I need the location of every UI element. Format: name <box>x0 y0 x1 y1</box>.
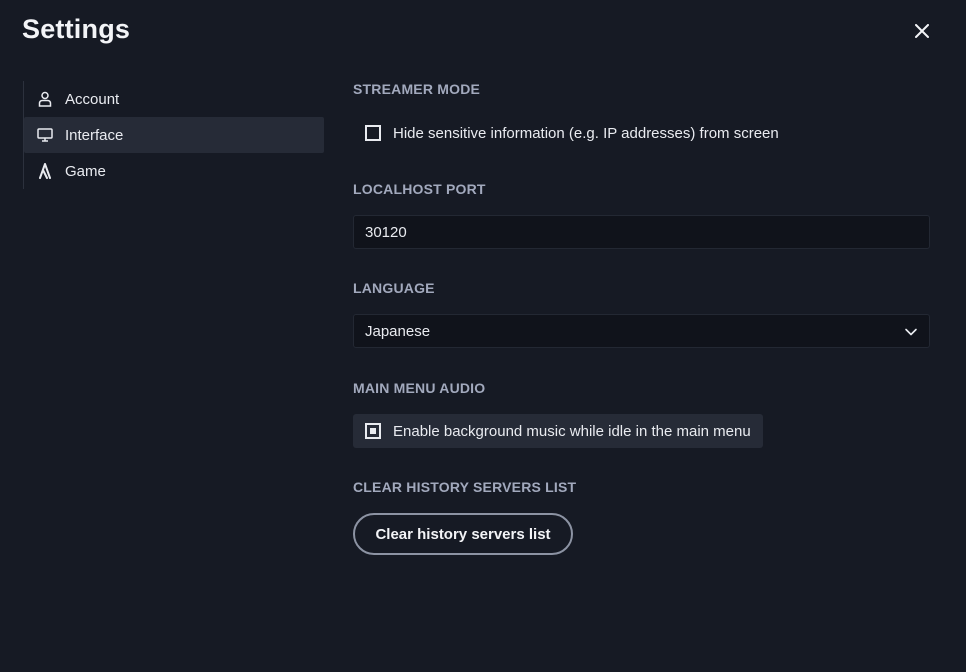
streamer-mode-heading: STREAMER MODE <box>353 81 481 97</box>
user-icon <box>37 91 53 107</box>
sidebar-item-game[interactable]: Game <box>24 153 324 189</box>
language-selected-value: Japanese <box>365 322 431 340</box>
sidebar-item-account[interactable]: Account <box>24 81 324 117</box>
settings-title: Settings <box>22 14 131 44</box>
streamer-mode-checkbox[interactable] <box>365 125 381 141</box>
language-select[interactable]: Japanese <box>353 314 930 348</box>
localhost-port-input[interactable]: 30120 <box>353 215 930 249</box>
sidebar-item-label: Account <box>65 90 120 108</box>
chevron-down-icon <box>905 328 917 336</box>
close-button[interactable] <box>906 15 938 47</box>
main-menu-audio-option[interactable]: Enable background music while idle in th… <box>353 414 763 448</box>
main-menu-audio-heading: MAIN MENU AUDIO <box>353 380 486 396</box>
main-menu-audio-checkbox[interactable] <box>365 423 381 439</box>
monitor-icon <box>37 127 53 143</box>
main-menu-audio-option-label: Enable background music while idle in th… <box>393 422 751 440</box>
language-heading: LANGUAGE <box>353 280 435 296</box>
settings-sidebar: Account Interface Game <box>23 81 324 189</box>
sidebar-item-interface[interactable]: Interface <box>24 117 324 153</box>
localhost-port-value: 30120 <box>365 223 407 241</box>
sidebar-item-label: Interface <box>65 126 124 144</box>
close-icon <box>915 24 929 38</box>
sidebar-item-label: Game <box>65 162 106 180</box>
clear-history-heading: CLEAR HISTORY SERVERS LIST <box>353 479 577 495</box>
streamer-mode-option-label: Hide sensitive information (e.g. IP addr… <box>393 124 779 142</box>
streamer-mode-option[interactable]: Hide sensitive information (e.g. IP addr… <box>353 116 791 150</box>
game-logo-icon <box>37 163 53 179</box>
localhost-port-heading: LOCALHOST PORT <box>353 181 486 197</box>
clear-history-button[interactable]: Clear history servers list <box>353 513 573 555</box>
